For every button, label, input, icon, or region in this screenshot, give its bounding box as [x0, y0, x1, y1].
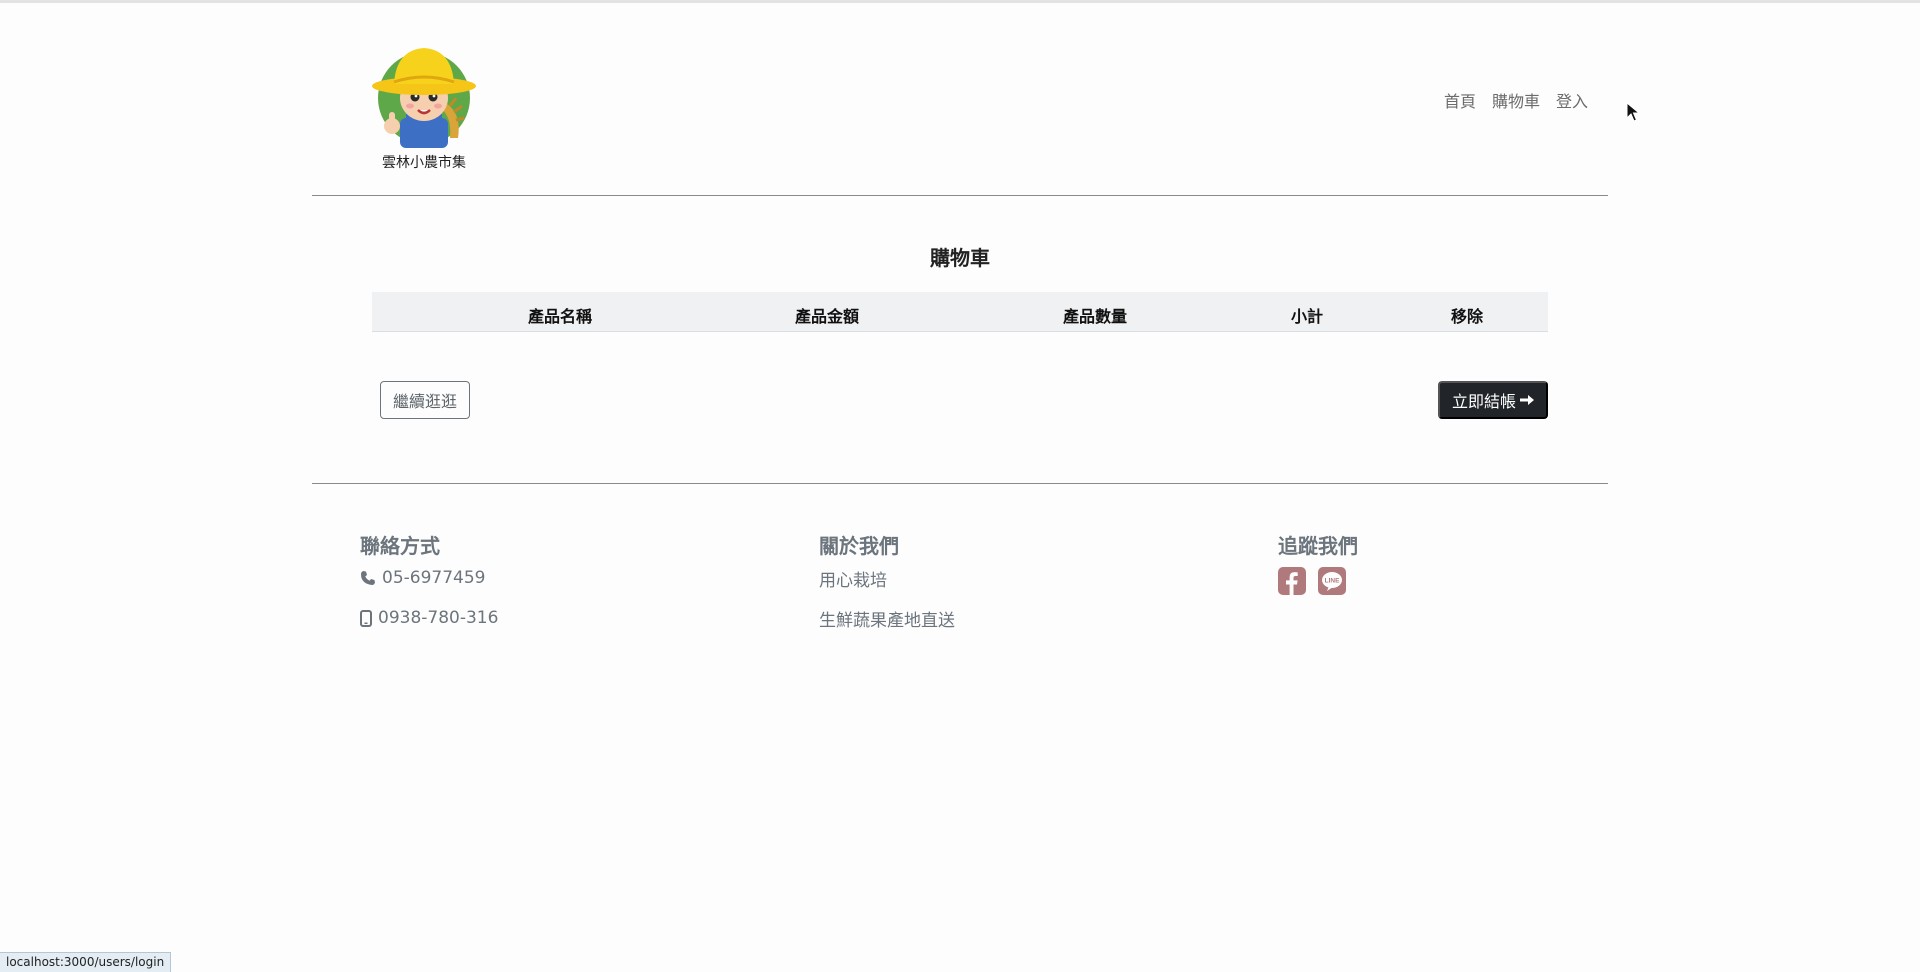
arrow-right-icon — [1520, 395, 1534, 405]
phone-icon — [361, 571, 375, 585]
contact-phone: 05-6977459 — [382, 568, 486, 588]
facebook-icon[interactable] — [1278, 567, 1306, 595]
contact-mobile-row: 0938-780-316 — [360, 607, 498, 629]
cart-title: 購物車 — [930, 246, 990, 270]
cart-table-header: 產品名稱 產品金額 產品數量 小計 移除 — [372, 292, 1548, 332]
column-header-product-quantity: 產品數量 — [1062, 307, 1128, 326]
browser-status-url: localhost:3000/users/login — [0, 952, 172, 972]
mobile-phone-icon — [360, 609, 372, 627]
checkout-label: 立即結帳 — [1451, 394, 1516, 411]
site-header: 雲林小農市集 首頁 購物車 登入 — [312, 0, 1608, 196]
footer-about: 關於我們 用心栽培 生鮮蔬果產地直送 — [819, 530, 955, 631]
about-line-2: 生鮮蔬果產地直送 — [819, 610, 955, 631]
footer-divider — [312, 483, 1608, 484]
mouse-cursor-icon — [1626, 102, 1640, 122]
page-container: 雲林小農市集 首頁 購物車 登入 購物車 產品名稱 產品金額 產品數量 小計 移… — [312, 0, 1608, 631]
about-line-1: 用心栽培 — [819, 570, 887, 591]
column-header-subtotal: 小計 — [1290, 307, 1324, 326]
brand-logo[interactable]: 雲林小農市集 — [349, 42, 499, 172]
nav-home-link[interactable]: 首頁 — [1444, 88, 1476, 112]
checkout-button[interactable]: 立即結帳 — [1438, 381, 1548, 419]
about-heading: 關於我們 — [819, 534, 899, 558]
column-header-product-name: 產品名稱 — [527, 307, 593, 326]
footer-contact: 聯絡方式 05-6977459 0938-780-316 — [360, 530, 498, 629]
social-links: LINE — [1278, 567, 1358, 595]
farmer-logo-icon — [372, 48, 476, 148]
contact-heading: 聯絡方式 — [360, 534, 440, 558]
svg-text:LINE: LINE — [1325, 578, 1340, 585]
brand-name: 雲林小農市集 — [382, 155, 466, 171]
nav-cart-link[interactable]: 購物車 — [1492, 88, 1540, 112]
line-icon[interactable]: LINE — [1318, 567, 1346, 595]
contact-mobile: 0938-780-316 — [378, 608, 499, 628]
footer-follow: 追蹤我們 LINE — [1278, 530, 1358, 595]
column-header-remove: 移除 — [1450, 307, 1484, 326]
column-header-product-price: 產品金額 — [794, 307, 860, 326]
main-nav: 首頁 購物車 登入 — [1444, 88, 1588, 112]
nav-login-link[interactable]: 登入 — [1556, 88, 1588, 112]
follow-heading: 追蹤我們 — [1278, 534, 1358, 558]
contact-phone-row: 05-6977459 — [360, 567, 498, 589]
continue-shopping-button[interactable]: 繼續逛逛 — [380, 381, 470, 419]
